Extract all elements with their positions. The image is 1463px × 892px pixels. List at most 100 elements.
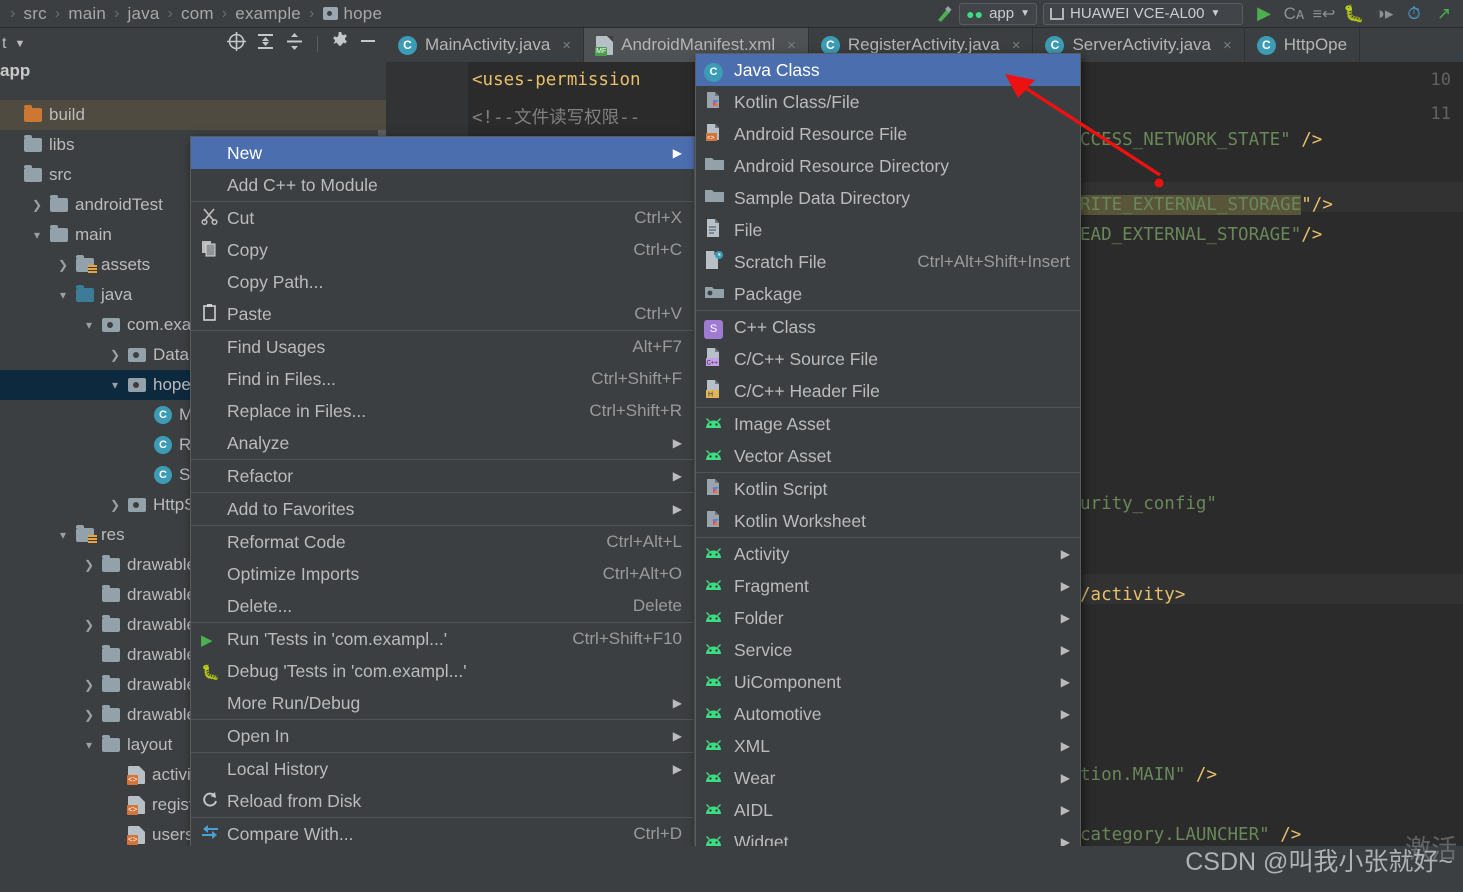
new-menu-item-sample-data-directory[interactable]: Sample Data Directory: [696, 182, 1080, 214]
context-menu-item-debug-tests-in-com-exampl[interactable]: 🐛 Debug 'Tests in 'com.exampl...': [191, 655, 694, 687]
context-menu-item-cut[interactable]: Cut Ctrl+X: [191, 202, 694, 234]
context-menu-item-copy-path[interactable]: Copy Path...: [191, 266, 694, 298]
context-menu-item-run-tests-in-com-exampl[interactable]: ▶ Run 'Tests in 'com.exampl...' Ctrl+Shift…: [191, 623, 694, 655]
context-menu-item-replace-in-files[interactable]: Replace in Files... Ctrl+Shift+R: [191, 395, 694, 427]
new-menu-item-folder[interactable]: Folder ▶: [696, 602, 1080, 634]
context-menu-item-open-in[interactable]: Open In ▶: [191, 720, 694, 752]
new-menu-item-xml[interactable]: XML ▶: [696, 730, 1080, 762]
run-button[interactable]: ▶: [1249, 1, 1279, 27]
context-menu-item-label: Add to Favorites: [227, 498, 355, 519]
device-selector[interactable]: HUAWEI VCE-AL00 ▼: [1043, 2, 1243, 25]
run-with-coverage-icon[interactable]: ◑▸: [1369, 1, 1399, 27]
new-menu-item-label: Java Class: [734, 59, 820, 80]
chevron-down-icon[interactable]: ▾: [30, 228, 44, 242]
gear-icon[interactable]: [330, 31, 350, 56]
new-submenu[interactable]: C Java Class Kotlin Class/File <> Android Re…: [695, 53, 1081, 891]
context-menu-item-copy[interactable]: Copy Ctrl+C: [191, 234, 694, 266]
breadcrumb-item-example[interactable]: example: [235, 4, 301, 24]
close-icon[interactable]: ×: [1012, 37, 1021, 54]
context-menu-item-optimize-imports[interactable]: Optimize Imports Ctrl+Alt+O: [191, 558, 694, 590]
new-menu-item-fragment[interactable]: Fragment ▶: [696, 570, 1080, 602]
chevron-down-icon[interactable]: ▾: [56, 288, 70, 302]
chevron-right-icon[interactable]: ❯: [82, 618, 96, 632]
new-menu-item-image-asset[interactable]: Image Asset: [696, 408, 1080, 440]
module-selector[interactable]: ●● app ▼: [959, 2, 1037, 25]
context-menu-item-label: Compare With...: [227, 823, 354, 844]
new-menu-item-uicomponent[interactable]: UiComponent ▶: [696, 666, 1080, 698]
context-menu-item-refactor[interactable]: Refactor ▶: [191, 460, 694, 492]
build-icon[interactable]: [929, 1, 959, 27]
new-menu-item-file[interactable]: File: [696, 214, 1080, 246]
close-icon[interactable]: ×: [1223, 37, 1232, 54]
tree-node-build[interactable]: build: [0, 100, 386, 130]
new-menu-item-kotlin-worksheet[interactable]: Kotlin Worksheet: [696, 505, 1080, 537]
context-menu-item-reload-from-disk[interactable]: Reload from Disk: [191, 785, 694, 817]
new-menu-item-kotlin-script[interactable]: Kotlin Script: [696, 473, 1080, 505]
context-menu-item-more-run-debug[interactable]: More Run/Debug ▶: [191, 687, 694, 719]
new-menu-item-vector-asset[interactable]: Vector Asset: [696, 440, 1080, 472]
new-menu-item-service[interactable]: Service ▶: [696, 634, 1080, 666]
submenu-arrow-icon: ▶: [1060, 771, 1070, 785]
close-icon[interactable]: ×: [562, 37, 571, 54]
new-menu-item-c-c-header-file[interactable]: H C/C++ Header File: [696, 375, 1080, 407]
chevron-right-icon[interactable]: ❯: [30, 198, 44, 212]
chevron-down-icon[interactable]: ▾: [82, 318, 96, 332]
chevron-down-icon[interactable]: ▼: [14, 38, 25, 50]
attach-debugger-icon[interactable]: ↗: [1429, 1, 1459, 27]
target-icon[interactable]: [226, 31, 247, 57]
apply-code-changes-icon[interactable]: ≡↩: [1309, 1, 1339, 27]
chevron-right-icon[interactable]: ❯: [56, 258, 70, 272]
close-icon[interactable]: ×: [787, 37, 796, 54]
code-fragment: CCESS_NETWORK_STATE" />: [1080, 130, 1323, 150]
breadcrumb-item-src[interactable]: src: [24, 4, 47, 24]
apply-changes-icon[interactable]: Cᴀ: [1279, 1, 1309, 27]
android-icon: [704, 544, 734, 565]
context-menu-item-add-to-favorites[interactable]: Add to Favorites ▶: [191, 493, 694, 525]
breadcrumb-item-main[interactable]: main: [68, 4, 106, 24]
chevron-down-icon[interactable]: ▾: [108, 378, 122, 392]
context-menu-item-paste[interactable]: Paste Ctrl+V: [191, 298, 694, 330]
context-menu-item-delete[interactable]: Delete... Delete: [191, 590, 694, 622]
context-menu-item-find-in-files[interactable]: Find in Files... Ctrl+Shift+F: [191, 363, 694, 395]
expand-all-icon[interactable]: [255, 31, 276, 57]
chevron-right-icon[interactable]: ❯: [82, 708, 96, 722]
chevron-right-icon[interactable]: ❯: [108, 498, 122, 512]
chevron-down-icon[interactable]: ▾: [56, 528, 70, 542]
chevron-down-icon[interactable]: ▾: [82, 738, 96, 752]
new-menu-item-label: Folder: [734, 607, 784, 628]
context-menu-item-analyze[interactable]: Analyze ▶: [191, 427, 694, 459]
minimize-icon[interactable]: [358, 31, 378, 56]
new-menu-item-package[interactable]: Package: [696, 278, 1080, 310]
context-menu-item-local-history[interactable]: Local History ▶: [191, 753, 694, 785]
chevron-right-icon[interactable]: ❯: [82, 678, 96, 692]
new-menu-item-kotlin-class-file[interactable]: Kotlin Class/File: [696, 86, 1080, 118]
tab-HttpOpe[interactable]: C HttpOpe: [1244, 28, 1361, 62]
tab-MainActivity-java[interactable]: C MainActivity.java ×: [386, 28, 585, 62]
new-menu-item-android-resource-directory[interactable]: Android Resource Directory: [696, 150, 1080, 182]
profiler-icon[interactable]: ⏱: [1399, 1, 1429, 27]
breadcrumb-item-hope[interactable]: hope: [344, 4, 383, 24]
new-menu-item-automotive[interactable]: Automotive ▶: [696, 698, 1080, 730]
breadcrumb-item-com[interactable]: com: [181, 4, 214, 24]
new-menu-item-java-class[interactable]: C Java Class: [696, 54, 1080, 86]
kotlin-file-icon: [704, 477, 724, 502]
breadcrumb-item-java[interactable]: java: [128, 4, 160, 24]
context-menu-item-add-c-to-module[interactable]: Add C++ to Module: [191, 169, 694, 201]
context-menu-item-find-usages[interactable]: Find Usages Alt+F7: [191, 331, 694, 363]
chevron-right-icon[interactable]: ❯: [108, 348, 122, 362]
new-menu-item-activity[interactable]: Activity ▶: [696, 538, 1080, 570]
chevron-right-icon[interactable]: ❯: [82, 558, 96, 572]
new-menu-item-c-c-source-file[interactable]: C++ C/C++ Source File: [696, 343, 1080, 375]
project-root-row[interactable]: app: [0, 59, 386, 83]
debug-icon[interactable]: 🐛: [1339, 1, 1369, 27]
context-menu[interactable]: New ▶ Add C++ to Module Cut Ctrl+X Copy Ctrl+C…: [190, 136, 695, 851]
context-menu-item-new[interactable]: New ▶: [191, 137, 694, 169]
project-panel-title[interactable]: t: [0, 35, 6, 53]
new-menu-item-aidl[interactable]: AIDL ▶: [696, 794, 1080, 826]
context-menu-item-reformat-code[interactable]: Reformat Code Ctrl+Alt+L: [191, 526, 694, 558]
new-menu-item-android-resource-file[interactable]: <> Android Resource File: [696, 118, 1080, 150]
new-menu-item-wear[interactable]: Wear ▶: [696, 762, 1080, 794]
collapse-all-icon[interactable]: [284, 31, 305, 57]
new-menu-item-c-class[interactable]: S C++ Class: [696, 311, 1080, 343]
new-menu-item-scratch-file[interactable]: Scratch File Ctrl+Alt+Shift+Insert: [696, 246, 1080, 278]
